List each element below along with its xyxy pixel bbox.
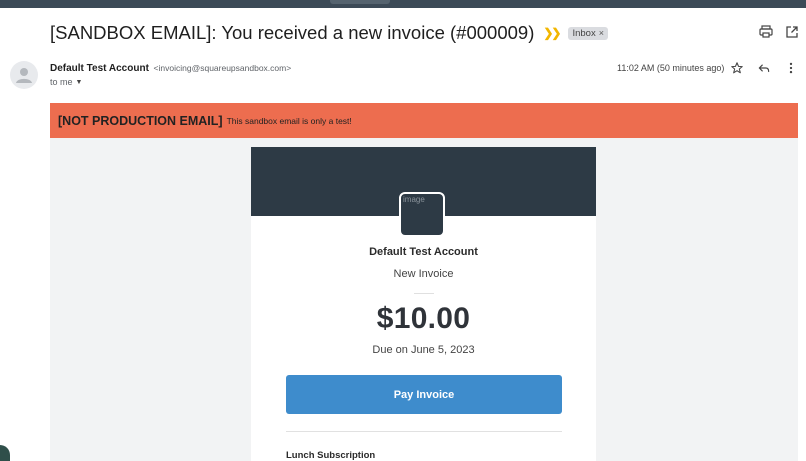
chevron-down-icon[interactable]: ▼: [76, 79, 83, 86]
line-items-divider: [286, 431, 562, 432]
label-important-icon[interactable]: ❯❯: [543, 26, 561, 40]
message-timestamp: 11:02 AM (50 minutes ago): [617, 63, 725, 73]
sender-email: <invoicing@squareupsandbox.com>: [153, 63, 292, 73]
subject-row: [SANDBOX EMAIL]: You received a new invo…: [50, 20, 608, 46]
invoice-title: New Invoice: [393, 268, 454, 280]
banner-heading: [NOT PRODUCTION EMAIL]: [58, 113, 223, 128]
email-subject: [SANDBOX EMAIL]: You received a new invo…: [50, 22, 535, 43]
sender-name[interactable]: Default Test Account: [50, 63, 149, 74]
invoice-amount: $10.00: [376, 302, 471, 335]
sender-avatar[interactable]: [10, 61, 38, 89]
window-top-notch: [330, 0, 390, 4]
sandbox-warning-banner: [NOT PRODUCTION EMAIL] This sandbox emai…: [50, 103, 798, 138]
merchant-logo: image: [399, 192, 445, 237]
line-item-title: Lunch Subscription: [286, 450, 376, 461]
recipient-details-toggle[interactable]: to me ▼: [50, 77, 82, 87]
window-top-strip: [0, 0, 806, 8]
more-vert-icon[interactable]: [784, 61, 798, 75]
star-icon[interactable]: [730, 61, 744, 75]
label-chip-text: Inbox: [572, 27, 596, 39]
merchant-name: Default Test Account: [369, 246, 478, 258]
label-remove-icon[interactable]: ×: [599, 28, 604, 38]
window-corner-edge: [0, 445, 10, 461]
banner-message: This sandbox email is only a test!: [226, 115, 352, 126]
due-date: Due on June 5, 2023: [372, 344, 475, 356]
recipient-label: to me: [50, 77, 73, 87]
open-in-new-window-icon[interactable]: [784, 24, 800, 40]
reply-icon[interactable]: [757, 61, 771, 75]
person-icon: [16, 68, 32, 83]
print-icon[interactable]: [758, 24, 774, 40]
label-chip-inbox: Inbox ×: [568, 26, 608, 40]
logo-alt-text: image: [403, 195, 425, 204]
title-divider: [414, 293, 434, 294]
sender-line: Default Test Account <invoicing@squareup…: [50, 63, 291, 74]
pay-invoice-button[interactable]: Pay Invoice: [286, 375, 562, 414]
